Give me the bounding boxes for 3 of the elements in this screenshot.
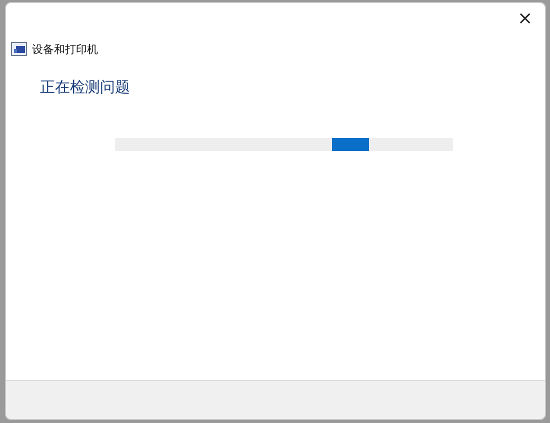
status-heading: 正在检测问题 [40, 78, 131, 97]
close-button[interactable]: × [505, 3, 545, 33]
wizard-title: 设备和打印机 [32, 42, 98, 56]
